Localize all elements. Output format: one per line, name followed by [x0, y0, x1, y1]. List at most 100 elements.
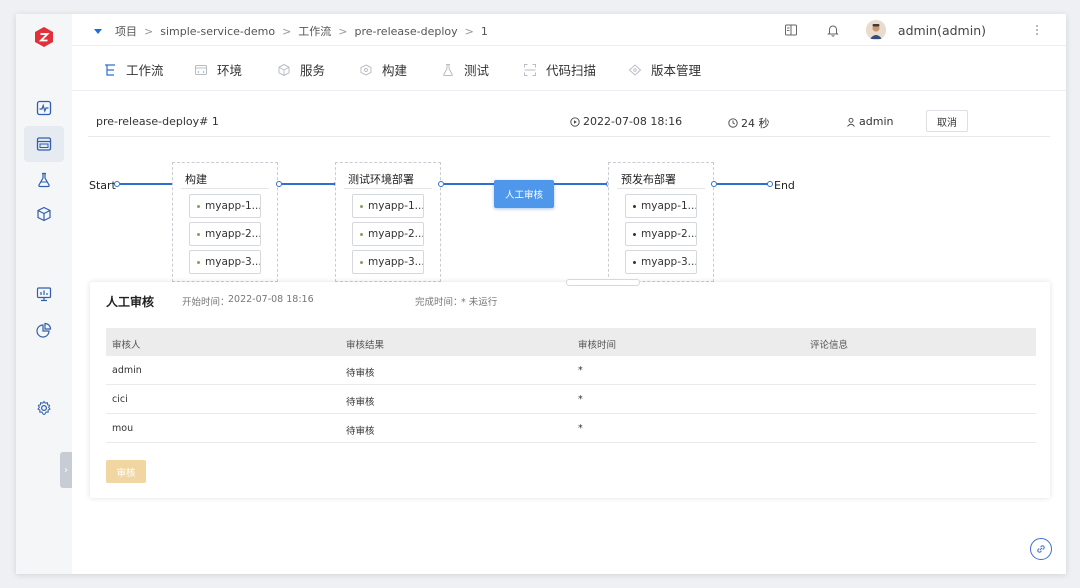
job-status-dot: [197, 204, 200, 208]
tab-version-management[interactable]: 版本管理: [627, 60, 701, 79]
project-dropdown-icon[interactable]: [94, 28, 102, 34]
sidebar-collapse-handle[interactable]: ›: [60, 452, 72, 488]
column-header: 评论信息: [810, 340, 849, 351]
clock-icon: [728, 118, 738, 128]
tab-label: 环境: [217, 63, 243, 78]
stage-divider: [617, 188, 705, 189]
job-status-dot: [633, 204, 636, 208]
stage-title: 测试环境部署: [348, 173, 414, 186]
flow-start-label: Start: [89, 179, 116, 192]
manual-approval-node[interactable]: 人工审核: [494, 180, 554, 208]
build-icon: [358, 62, 374, 78]
calendar-icon[interactable]: [24, 126, 64, 162]
result-cell: 待审核: [346, 368, 375, 379]
job-item[interactable]: myapp-1...: [352, 194, 424, 218]
job-item[interactable]: myapp-3...: [352, 250, 424, 274]
job-name: myapp-1...: [205, 200, 261, 212]
job-item[interactable]: myapp-3...: [189, 250, 261, 274]
stage-divider: [181, 188, 269, 189]
tab-environment[interactable]: 环境: [193, 60, 242, 79]
stage-title: 构建: [185, 173, 207, 186]
flow-edge: [717, 183, 769, 185]
flow-connector-node: [767, 181, 773, 187]
user-icon: [847, 117, 855, 127]
job-status-dot: [633, 232, 636, 236]
flow-edge: [282, 183, 336, 185]
stage-test-deploy[interactable]: 测试环境部署 myapp-1... myapp-2... myapp-3...: [335, 162, 441, 282]
approval-start-label: 开始时间：: [182, 297, 230, 308]
breadcrumb: 项目 > simple-service-demo > 工作流 > pre-rel…: [94, 23, 488, 39]
job-status-dot: [360, 260, 363, 264]
tab-label: 版本管理: [651, 63, 702, 78]
breadcrumb-separator: >: [144, 24, 154, 38]
job-item[interactable]: myapp-2...: [625, 222, 697, 246]
cancel-button[interactable]: 取消: [926, 110, 968, 132]
workflow-graph: Start 构建 myapp-1... myapp-2... myapp-3..…: [72, 154, 1066, 294]
breadcrumb-separator: >: [338, 24, 348, 38]
flow-edge: [554, 183, 608, 185]
job-item[interactable]: myapp-2...: [189, 222, 261, 246]
job-item[interactable]: myapp-1...: [189, 194, 261, 218]
table-header: 审核人 审核结果 审核时间 评论信息: [106, 328, 1036, 356]
tab-test[interactable]: 测试: [440, 60, 489, 79]
tab-workflow[interactable]: 工作流: [102, 60, 164, 79]
tab-label: 构建: [382, 63, 408, 78]
user-name[interactable]: admin(admin): [898, 23, 986, 38]
stage-build[interactable]: 构建 myapp-1... myapp-2... myapp-3...: [172, 162, 278, 282]
result-cell: 待审核: [346, 426, 375, 437]
tab-label: 服务: [300, 63, 326, 78]
approval-table: 审核人 审核结果 审核时间 评论信息 admin 待审核 * cici 待审核 …: [106, 328, 1036, 443]
cube-icon[interactable]: [32, 202, 56, 226]
chart-screen-icon[interactable]: [32, 282, 56, 306]
job-item[interactable]: myapp-3...: [625, 250, 697, 274]
run-duration: 24 秒: [728, 115, 770, 131]
breadcrumb-item[interactable]: 项目: [115, 23, 137, 39]
time-cell: *: [578, 423, 583, 434]
topbar: 项目 > simple-service-demo > 工作流 > pre-rel…: [72, 14, 1066, 46]
link-icon[interactable]: [1030, 538, 1052, 560]
approval-finish-label: 完成时间：: [415, 297, 463, 308]
tab-build[interactable]: 构建: [358, 60, 407, 79]
scan-icon: [522, 62, 538, 78]
breadcrumb-separator: >: [282, 24, 292, 38]
approval-title: 人工审核: [106, 295, 155, 309]
run-header: pre-release-deploy# 1 2022-07-08 18:16 2…: [88, 107, 1050, 137]
job-status-dot: [360, 204, 363, 208]
breadcrumb-item[interactable]: pre-release-deploy: [355, 25, 458, 38]
job-name: myapp-3...: [205, 256, 261, 268]
run-start: 2022-07-08 18:16: [570, 115, 682, 128]
job-item[interactable]: myapp-1...: [625, 194, 697, 218]
flask-icon[interactable]: [32, 168, 56, 192]
main-area: 项目 > simple-service-demo > 工作流 > pre-rel…: [72, 14, 1066, 574]
breadcrumb-item[interactable]: 工作流: [298, 23, 331, 39]
tab-service[interactable]: 服务: [276, 60, 325, 79]
breadcrumb-item[interactable]: simple-service-demo: [160, 25, 275, 38]
logo-icon[interactable]: [33, 26, 55, 48]
reviewer-cell: mou: [112, 423, 134, 434]
docs-icon[interactable]: [780, 19, 802, 41]
pie-chart-icon[interactable]: [32, 318, 56, 342]
gear-icon[interactable]: [32, 396, 56, 420]
service-icon: [276, 62, 292, 78]
tab-label: 代码扫描: [546, 63, 597, 78]
approval-start-time: 2022-07-08 18:16: [228, 294, 314, 305]
job-name: myapp-2...: [368, 228, 424, 240]
job-status-dot: [633, 260, 636, 264]
approval-panel: 人工审核 开始时间： 2022-07-08 18:16 完成时间： * 未运行 …: [90, 282, 1050, 498]
tab-code-scan[interactable]: 代码扫描: [522, 60, 596, 79]
run-start-time: 2022-07-08 18:16: [583, 115, 683, 128]
job-item[interactable]: myapp-2...: [352, 222, 424, 246]
review-button[interactable]: 审核: [106, 460, 146, 483]
stage-pre-release-deploy[interactable]: 预发布部署 myapp-1... myapp-2... myapp-3...: [608, 162, 714, 282]
app-window: › 项目 > simple-service-demo > 工作流 > pre-r…: [16, 14, 1066, 574]
avatar[interactable]: [865, 20, 886, 40]
stage-title: 预发布部署: [621, 173, 676, 186]
bell-icon[interactable]: [822, 19, 844, 41]
panel-resize-handle[interactable]: [566, 279, 640, 286]
more-vertical-icon[interactable]: [1026, 19, 1048, 41]
job-name: myapp-2...: [641, 228, 697, 240]
tab-label: 工作流: [126, 63, 164, 78]
job-status-dot: [197, 232, 200, 236]
monitor-wave-icon[interactable]: [32, 96, 56, 120]
job-name: myapp-1...: [641, 200, 697, 212]
